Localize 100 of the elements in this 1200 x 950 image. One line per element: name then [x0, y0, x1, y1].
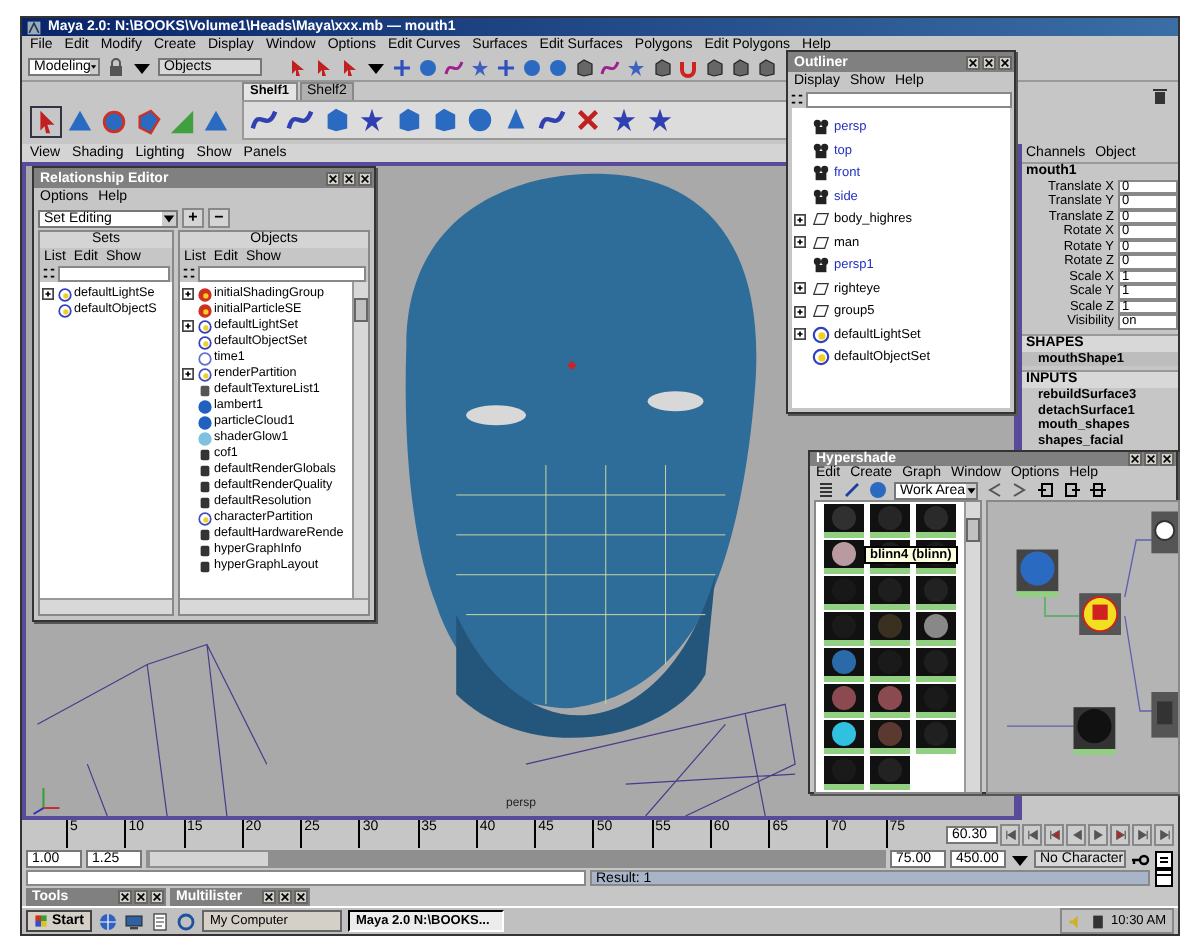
filter-field[interactable] [58, 265, 170, 281]
range-handle[interactable] [150, 852, 269, 867]
expand-icon[interactable] [182, 368, 194, 380]
link-icon[interactable] [842, 480, 862, 500]
list-icon[interactable] [816, 480, 836, 500]
star-icon[interactable] [358, 105, 386, 134]
shader-swatch[interactable] [914, 648, 958, 682]
cone-icon[interactable] [66, 107, 94, 136]
maximize-button[interactable] [278, 889, 292, 904]
output-connections-icon[interactable] [1062, 480, 1082, 500]
close-button[interactable] [1160, 452, 1174, 466]
scrollbar[interactable] [180, 598, 368, 614]
set-button[interactable]: + [182, 208, 204, 228]
cone-icon[interactable] [202, 107, 230, 136]
range-slider[interactable] [146, 850, 886, 869]
desktop-icon[interactable] [123, 911, 144, 931]
scrollbar[interactable] [40, 598, 172, 614]
expand-icon[interactable] [794, 282, 806, 295]
cone-icon[interactable] [502, 105, 530, 134]
dropdown-arrow-icon[interactable] [90, 60, 98, 75]
maximize-button[interactable] [134, 889, 148, 904]
step-key-forward-button[interactable] [1132, 823, 1152, 846]
play-forward-button[interactable] [1088, 823, 1108, 846]
step-key-back-button[interactable] [1022, 823, 1042, 846]
close-button[interactable] [358, 171, 372, 185]
filter-icon[interactable] [182, 266, 196, 280]
set-button[interactable]: − [208, 208, 230, 228]
scrollbar[interactable] [352, 282, 368, 598]
shader-swatch[interactable] [868, 756, 912, 790]
scrollbar[interactable] [964, 502, 980, 792]
curve-icon[interactable] [250, 105, 278, 134]
step-back-button[interactable] [1044, 823, 1064, 846]
notepad-icon[interactable] [149, 911, 170, 931]
monitor-icon[interactable] [1089, 913, 1106, 929]
shader-swatch[interactable] [868, 576, 912, 610]
expand-icon[interactable] [794, 305, 806, 318]
filter-icon[interactable] [42, 266, 56, 280]
minimize-button[interactable] [118, 889, 132, 904]
preferences-icon[interactable] [1154, 849, 1174, 870]
shader-swatch[interactable] [822, 756, 866, 790]
step-forward-button[interactable] [1110, 823, 1130, 846]
sphere-icon[interactable] [100, 107, 128, 136]
play-back-button[interactable] [1066, 823, 1086, 846]
maximize-button[interactable] [342, 171, 356, 185]
close-button[interactable] [998, 55, 1012, 69]
dropdown-arrow-icon[interactable] [162, 211, 176, 225]
sphere-icon[interactable] [418, 57, 438, 78]
shader-swatch[interactable] [868, 648, 912, 682]
shader-swatch[interactable] [822, 540, 866, 574]
shader-swatch[interactable] [914, 612, 958, 646]
shader-swatch[interactable] [868, 612, 912, 646]
maximize-button[interactable] [982, 55, 996, 69]
sphere-icon[interactable] [522, 57, 542, 78]
shader-swatch[interactable] [914, 720, 958, 754]
close-button[interactable] [294, 889, 308, 904]
script-editor-icon[interactable] [1154, 868, 1174, 889]
filter-field[interactable] [806, 91, 1012, 107]
shader-swatch[interactable] [822, 684, 866, 718]
sphere-icon[interactable] [466, 105, 494, 134]
maximize-button[interactable] [1144, 452, 1158, 466]
shader-swatch[interactable] [822, 504, 866, 538]
minimize-button[interactable] [966, 55, 980, 69]
go-to-start-button[interactable] [1000, 823, 1020, 846]
expand-icon[interactable] [42, 288, 54, 300]
shader-swatch[interactable] [822, 720, 866, 754]
minimize-button[interactable] [262, 889, 276, 904]
go-to-end-button[interactable] [1154, 823, 1174, 846]
minimize-button[interactable] [326, 171, 340, 185]
trash-icon[interactable] [1150, 85, 1170, 106]
minimize-button[interactable] [1128, 452, 1142, 466]
shader-swatch[interactable] [868, 720, 912, 754]
command-field[interactable] [26, 870, 586, 887]
expand-icon[interactable] [794, 213, 806, 226]
close-button[interactable] [150, 889, 164, 904]
sphere-icon[interactable] [868, 480, 888, 500]
cursor-icon[interactable] [314, 57, 334, 78]
star-icon[interactable] [470, 57, 490, 78]
dropdown-arrow-icon[interactable] [965, 483, 976, 497]
filter-field[interactable] [198, 265, 366, 281]
shader-swatch[interactable] [822, 612, 866, 646]
lock-icon[interactable] [106, 57, 126, 78]
expand-icon[interactable] [182, 320, 194, 332]
cursor-icon[interactable] [32, 107, 60, 136]
shader-swatch[interactable] [914, 684, 958, 718]
cursor-icon[interactable] [288, 57, 308, 78]
input-connections-icon[interactable] [1036, 480, 1056, 500]
shader-swatch[interactable] [914, 504, 958, 538]
curve-icon[interactable] [444, 57, 464, 78]
curve-icon[interactable] [538, 105, 566, 134]
expand-icon[interactable] [794, 328, 806, 341]
shader-swatch[interactable] [822, 576, 866, 610]
star-icon[interactable] [610, 105, 638, 134]
star-icon[interactable] [626, 57, 646, 78]
cursor-icon[interactable] [340, 57, 360, 78]
shader-swatch[interactable] [868, 684, 912, 718]
expand-icon[interactable] [794, 236, 806, 249]
star-icon[interactable] [646, 105, 674, 134]
curve-icon[interactable] [600, 57, 620, 78]
key-icon[interactable] [1130, 849, 1150, 870]
shader-swatch[interactable] [868, 504, 912, 538]
